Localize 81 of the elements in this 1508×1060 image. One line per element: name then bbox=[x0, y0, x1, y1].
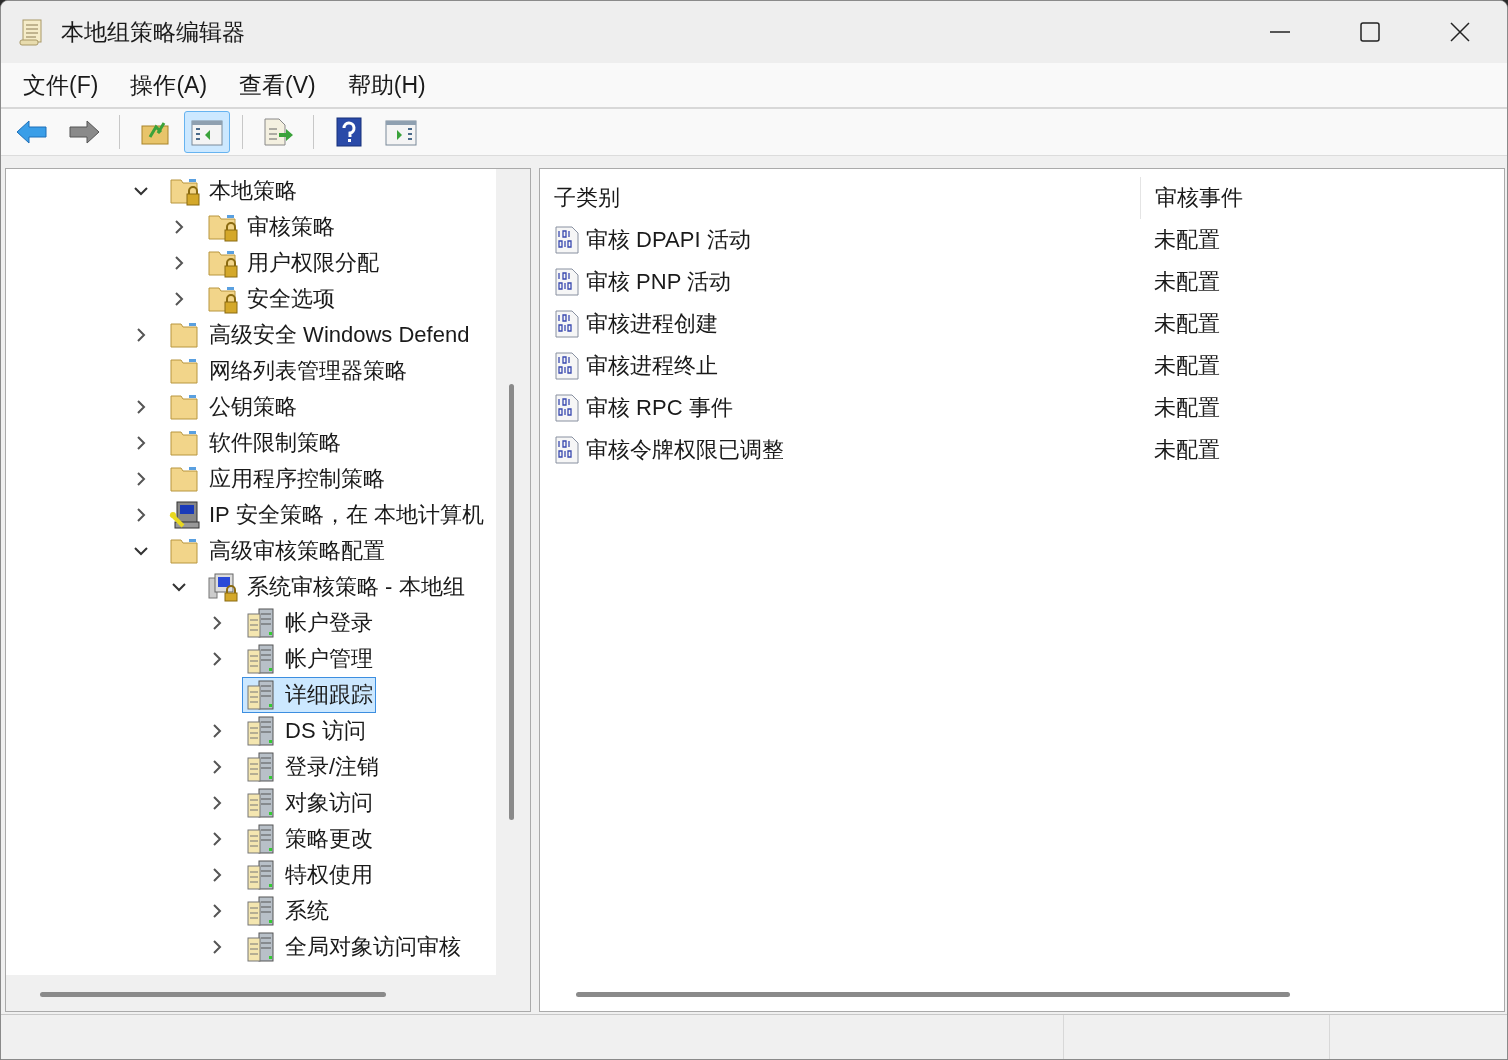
policy-name[interactable]: 审核进程创建 bbox=[586, 309, 718, 339]
tree-item[interactable]: 详细跟踪 bbox=[242, 677, 376, 713]
tree-item[interactable]: 系统审核策略 - 本地组 bbox=[204, 569, 468, 605]
binary-document-icon bbox=[554, 394, 580, 422]
audit-setting: 未配置 bbox=[1153, 226, 1220, 254]
tree-item[interactable]: 登录/注销 bbox=[242, 749, 383, 785]
locked-folder-icon bbox=[207, 248, 239, 278]
server-icon bbox=[245, 644, 277, 674]
close-icon[interactable] bbox=[1449, 21, 1471, 43]
vertical-scrollbar[interactable] bbox=[509, 384, 514, 820]
policy-name[interactable]: 审核 PNP 活动 bbox=[586, 267, 732, 297]
export-list-icon bbox=[261, 117, 295, 147]
menu-item[interactable]: 文件(F) bbox=[23, 69, 99, 101]
tree-pane-icon bbox=[190, 117, 224, 147]
binary-document-icon bbox=[554, 310, 580, 338]
binary-document-icon bbox=[554, 436, 580, 464]
audit-setting: 未配置 bbox=[1153, 436, 1220, 464]
server-icon bbox=[245, 932, 277, 962]
locked-folder-icon bbox=[207, 212, 239, 242]
tree-item[interactable]: 用户权限分配 bbox=[204, 245, 382, 281]
column-header[interactable]: 审核事件 bbox=[1141, 183, 1243, 213]
right-arrow-icon bbox=[67, 117, 101, 147]
policy-name[interactable]: 审核 DPAPI 活动 bbox=[586, 225, 751, 255]
tree-item[interactable]: 特权使用 bbox=[242, 857, 376, 893]
horizontal-scrollbar[interactable] bbox=[576, 992, 1290, 997]
left-arrow-icon bbox=[15, 117, 49, 147]
tree-item[interactable]: 系统 bbox=[242, 893, 332, 929]
menu-item[interactable]: 查看(V) bbox=[239, 69, 316, 101]
server-icon bbox=[245, 896, 277, 926]
tree-item[interactable]: 安全选项 bbox=[204, 281, 338, 317]
folder-icon bbox=[169, 428, 201, 458]
tree-item[interactable]: 高级审核策略配置 bbox=[166, 533, 388, 569]
server-icon bbox=[245, 680, 277, 710]
window-title: 本地组策略编辑器 bbox=[61, 17, 245, 47]
tree-item[interactable]: DS 访问 bbox=[242, 713, 369, 749]
tree-item[interactable]: 软件限制策略 bbox=[166, 425, 344, 461]
tree-item[interactable]: 审核策略 bbox=[204, 209, 338, 245]
policy-name[interactable]: 审核令牌权限已调整 bbox=[586, 435, 784, 465]
tree-item[interactable]: 高级安全 Windows Defend bbox=[166, 317, 473, 353]
server-icon bbox=[245, 716, 277, 746]
server-icon bbox=[245, 788, 277, 818]
folder-icon bbox=[169, 464, 201, 494]
server-icon bbox=[245, 824, 277, 854]
binary-document-icon bbox=[554, 226, 580, 254]
tree-item[interactable]: 全局对象访问审核 bbox=[242, 929, 464, 965]
tree-item[interactable]: 公钥策略 bbox=[166, 389, 300, 425]
tree-item[interactable]: 网络列表管理器策略 bbox=[166, 353, 410, 389]
menu-item[interactable]: 帮助(H) bbox=[347, 69, 426, 101]
locked-folder-icon bbox=[207, 284, 239, 314]
toolbar-button[interactable] bbox=[184, 111, 230, 153]
folder-icon bbox=[169, 320, 201, 350]
computer-lock-icon bbox=[207, 572, 239, 602]
tree-item[interactable]: 策略更改 bbox=[242, 821, 376, 857]
binary-document-icon bbox=[554, 268, 580, 296]
server-icon bbox=[245, 752, 277, 782]
horizontal-scrollbar[interactable] bbox=[40, 992, 386, 997]
tree-item[interactable]: 帐户管理 bbox=[242, 641, 376, 677]
server-icon bbox=[245, 860, 277, 890]
audit-setting: 未配置 bbox=[1153, 268, 1220, 296]
menu-item[interactable]: 操作(A) bbox=[130, 69, 208, 101]
audit-setting: 未配置 bbox=[1153, 394, 1220, 422]
locked-folder-icon bbox=[169, 176, 201, 206]
tree-item[interactable]: 帐户登录 bbox=[242, 605, 376, 641]
folder-icon bbox=[169, 392, 201, 422]
tree-item[interactable]: IP 安全策略，在 本地计算机 bbox=[166, 497, 487, 533]
help-icon bbox=[334, 117, 364, 147]
maximize-icon[interactable] bbox=[1359, 21, 1381, 43]
policy-name[interactable]: 审核 RPC 事件 bbox=[586, 393, 733, 423]
action-pane-icon bbox=[384, 117, 418, 147]
tree-item[interactable]: 对象访问 bbox=[242, 785, 376, 821]
server-icon bbox=[245, 608, 277, 638]
tree-item[interactable]: 应用程序控制策略 bbox=[166, 461, 388, 497]
folder-icon bbox=[169, 356, 201, 386]
folder-icon bbox=[169, 536, 201, 566]
tree-item[interactable]: 本地策略 bbox=[166, 173, 300, 209]
audit-setting: 未配置 bbox=[1153, 310, 1220, 338]
policy-name[interactable]: 审核进程终止 bbox=[586, 351, 718, 381]
computer-key-icon bbox=[169, 500, 201, 530]
column-header[interactable]: 子类别 bbox=[540, 177, 1141, 219]
binary-document-icon bbox=[554, 352, 580, 380]
audit-setting: 未配置 bbox=[1153, 352, 1220, 380]
